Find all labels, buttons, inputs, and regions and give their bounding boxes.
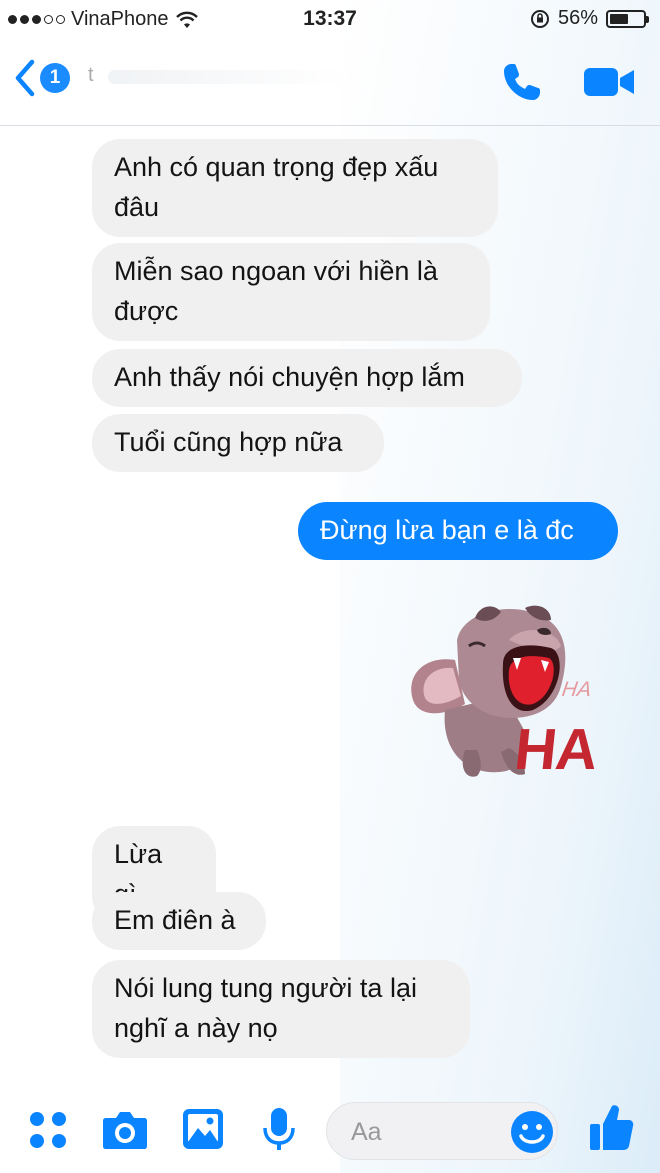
voice-record-button[interactable] [262, 1106, 296, 1157]
voice-call-button[interactable] [498, 58, 546, 111]
unread-badge: 1 [40, 63, 70, 93]
message-incoming: Anh có quan trọng đẹp xấu đâu [92, 139, 498, 237]
more-apps-button[interactable] [28, 1110, 68, 1155]
emoji-button[interactable] [509, 1109, 555, 1160]
message-incoming: Em điên à [92, 892, 266, 950]
status-bar: VinaPhone 13:37 56% [0, 0, 660, 38]
message-text: Anh thấy nói chuyện hợp lắm [114, 362, 465, 392]
chevron-left-icon [15, 59, 35, 97]
message-incoming: Nói lung tung người ta lại nghĩ a này nọ [92, 960, 470, 1058]
contact-name[interactable]: t [88, 64, 378, 90]
message-text: Miễn sao ngoan với hiền là được [114, 256, 438, 326]
orientation-lock-icon [530, 9, 549, 28]
message-outgoing: Đừng lừa bạn e là đc [298, 502, 618, 560]
thumbs-up-icon [590, 1105, 634, 1150]
composer-bar [0, 1088, 660, 1173]
message-incoming: Tuổi cũng hợp nữa [92, 414, 384, 472]
image-icon [183, 1109, 223, 1149]
grid-dots-icon [30, 1112, 66, 1148]
message-incoming: Miễn sao ngoan với hiền là được [92, 243, 490, 341]
conversation-header: 1 t [0, 40, 660, 126]
message-input[interactable] [351, 1113, 501, 1151]
message-text: Em điên à [114, 905, 236, 935]
sticker-big-text: HA [511, 717, 601, 782]
battery-percent: 56% [557, 7, 598, 29]
message-incoming: Anh thấy nói chuyện hợp lắm [92, 349, 522, 407]
sticker-small-text: HA [560, 678, 593, 701]
message-text: Anh có quan trọng đẹp xấu đâu [114, 152, 439, 222]
message-text: Tuổi cũng hợp nữa [114, 427, 343, 457]
redaction-blur [108, 70, 348, 84]
like-button[interactable] [588, 1102, 634, 1157]
smiley-icon [511, 1111, 553, 1153]
back-button[interactable]: 1 [14, 58, 70, 98]
contact-name-text: t [88, 64, 94, 86]
video-camera-icon [584, 68, 634, 96]
camera-button[interactable] [102, 1108, 148, 1155]
video-call-button[interactable] [582, 62, 636, 107]
gallery-button[interactable] [182, 1108, 224, 1155]
microphone-icon [263, 1108, 295, 1150]
laughing-dog-sticker[interactable]: HA HA [405, 600, 610, 790]
message-text: Nói lung tung người ta lại nghĩ a này nọ [114, 973, 417, 1043]
battery-icon [606, 9, 649, 28]
message-input-pill[interactable] [326, 1102, 558, 1160]
message-text: Đừng lừa bạn e là đc [320, 515, 574, 545]
phone-icon [504, 64, 540, 100]
status-right: 56% [530, 7, 649, 30]
camera-icon [103, 1112, 147, 1149]
